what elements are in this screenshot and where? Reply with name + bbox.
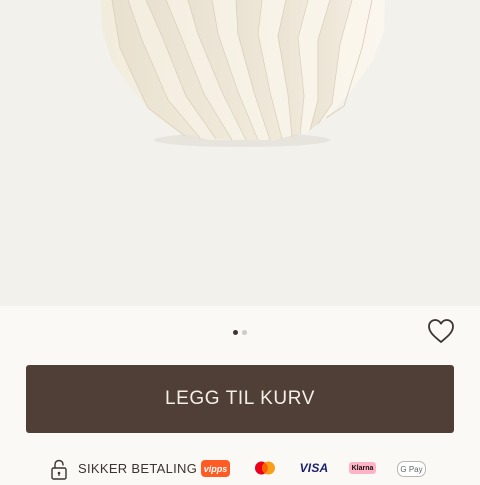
add-to-cart-button[interactable]: LEGG TIL KURV xyxy=(26,365,454,433)
vipps-logo: vipps xyxy=(201,460,230,477)
carousel-dots xyxy=(0,328,480,336)
lock-icon xyxy=(50,459,68,485)
mastercard-logo xyxy=(254,460,276,476)
secure-payment-row: SIKKER BETALING vipps VISA Klarna G Pay xyxy=(0,458,480,480)
klarna-logo: Klarna xyxy=(349,462,376,474)
favorite-heart-icon[interactable] xyxy=(426,316,456,346)
secure-payment-label: SIKKER BETALING xyxy=(78,461,198,476)
visa-logo: VISA xyxy=(299,461,329,475)
carousel-dot[interactable] xyxy=(242,329,247,335)
paper-vase-illustration xyxy=(100,0,385,147)
google-pay-logo: G Pay xyxy=(397,461,426,477)
carousel-dot-active[interactable] xyxy=(233,329,238,335)
product-image xyxy=(0,0,480,306)
